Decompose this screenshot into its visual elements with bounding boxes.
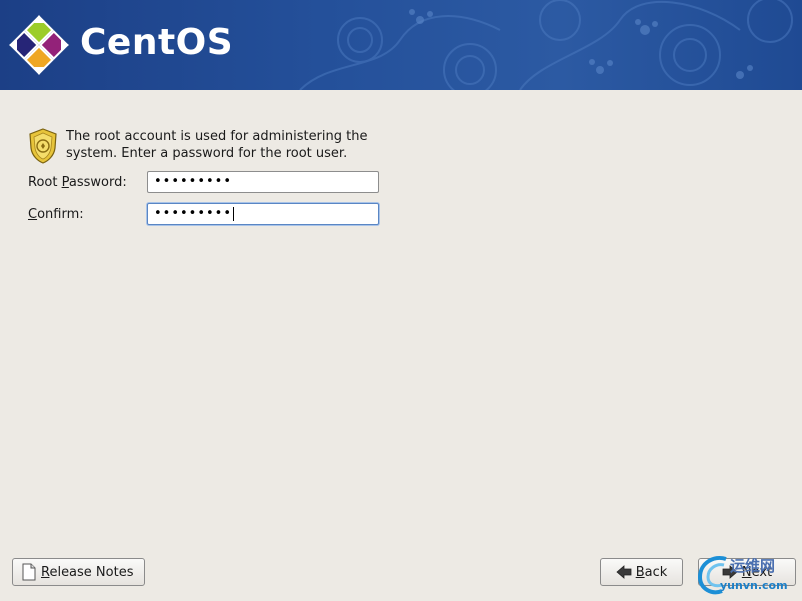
back-button[interactable]: Back xyxy=(600,558,683,586)
arrow-left-icon xyxy=(616,565,632,579)
confirm-password-value: ••••••••• xyxy=(154,206,233,221)
confirm-password-label: Confirm: xyxy=(28,207,84,222)
root-password-value: ••••••••• xyxy=(154,174,233,189)
watermark-en-text: yunvn.com xyxy=(720,579,788,592)
text-caret xyxy=(233,206,235,221)
back-label: Back xyxy=(635,564,668,580)
security-badge-icon xyxy=(29,128,57,164)
intro-text: The root account is used for administeri… xyxy=(66,129,368,161)
watermark-cn-text: 运维网 xyxy=(730,557,776,575)
header-banner: CentOS xyxy=(0,0,802,90)
release-notes-label: Release Notes xyxy=(41,564,134,580)
logo-text: CentOS xyxy=(80,22,234,63)
centos-logo-icon xyxy=(9,15,69,75)
installer-window: CentOS The root account is used for admi… xyxy=(0,0,802,601)
root-password-input[interactable]: ••••••••• xyxy=(147,171,379,193)
release-notes-button[interactable]: Release Notes xyxy=(12,558,145,586)
root-password-label: Root Password: xyxy=(28,175,127,190)
confirm-password-input[interactable]: ••••••••• xyxy=(147,203,379,225)
document-icon xyxy=(22,563,36,581)
watermark: 运维网 yunvn.com xyxy=(696,553,800,597)
